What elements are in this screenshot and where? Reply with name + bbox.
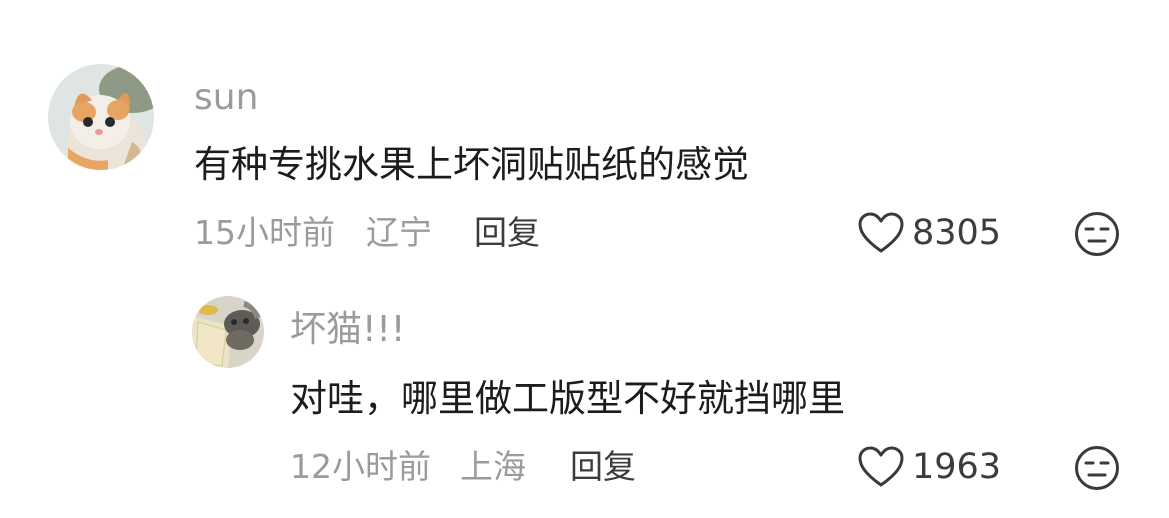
comment-text: 有种专挑水果上坏洞贴贴纸的感觉 [194,143,749,186]
like-count: 1963 [912,446,1002,487]
user-avatar[interactable] [48,64,154,170]
comment-username[interactable]: sun [194,80,258,116]
comment-text: 对哇，哪里做工版型不好就挡哪里 [290,377,845,420]
comment-time: 12小时前 [290,447,431,486]
comment-time: 15小时前 [194,213,335,252]
cat-avatar-icon [48,64,154,170]
dislike-button[interactable] [1074,445,1120,491]
meh-face-icon [1075,212,1119,256]
like-button[interactable]: 1963 [858,446,1001,488]
comment-location: 辽宁 [366,213,432,252]
dislike-button[interactable] [1074,211,1120,257]
heart-icon [858,212,904,253]
cat-photo-avatar-icon [192,296,264,368]
comment-username[interactable]: 坏猫!!! [290,312,405,348]
reply-button[interactable]: 回复 [570,450,636,483]
like-count: 8305 [912,212,1002,253]
reply-button[interactable]: 回复 [474,216,540,249]
meh-face-icon [1075,446,1119,490]
comment-location: 上海 [460,447,526,486]
like-button[interactable]: 8305 [858,212,1001,254]
user-avatar[interactable] [192,296,264,368]
heart-icon [858,446,904,487]
